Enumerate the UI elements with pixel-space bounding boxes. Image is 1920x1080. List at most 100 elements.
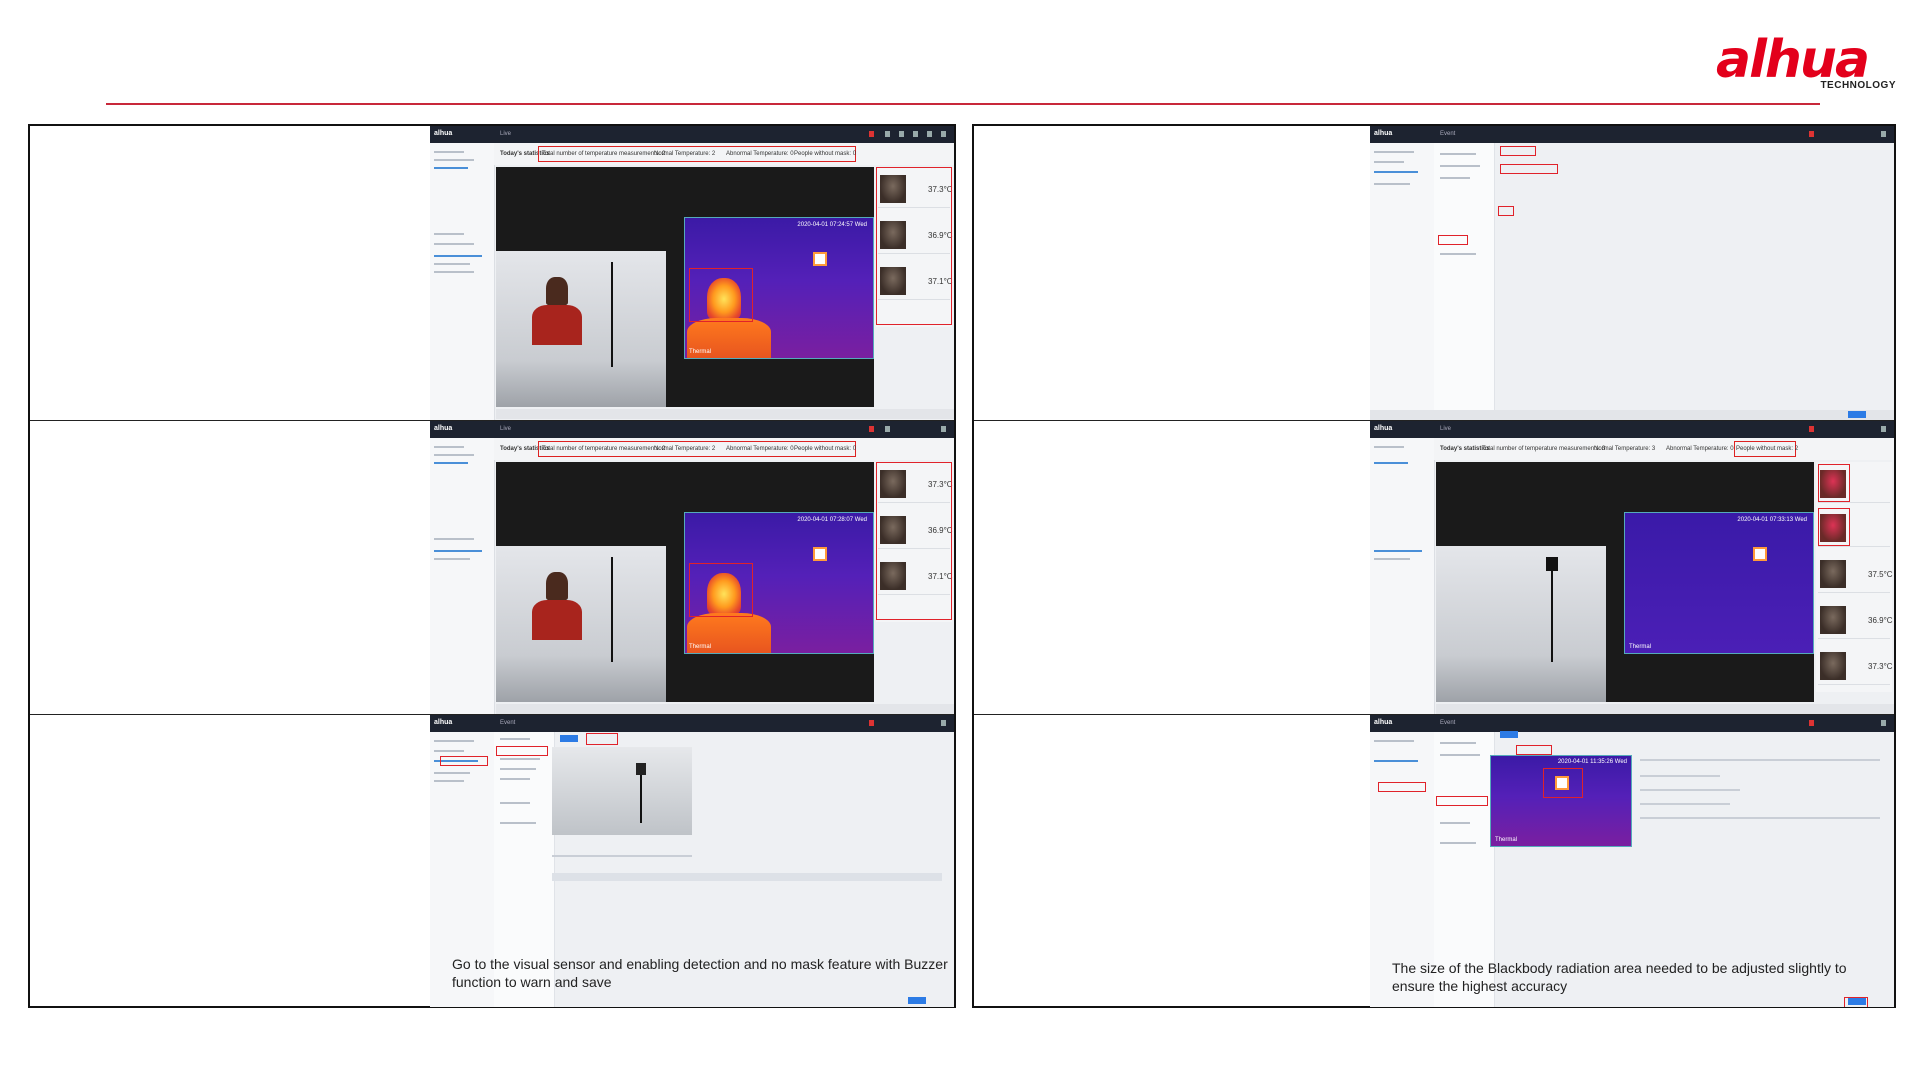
statistics-bar: Today's statistics Total number of tempe… <box>494 438 954 460</box>
settings-row[interactable] <box>1640 759 1880 761</box>
statistics-bar: Today's statistics Total number of tempe… <box>494 143 954 165</box>
minimize-icon[interactable] <box>913 131 918 137</box>
settings-row[interactable] <box>1640 775 1720 777</box>
alarm-icon[interactable] <box>1809 426 1814 432</box>
enable-toggle-highlight <box>586 733 618 745</box>
stat-normal: Normal Temperature: 2 <box>654 151 716 157</box>
left-row-1: alhua Live Today's statistics Total numb… <box>30 126 954 420</box>
blackbody-marker <box>1753 547 1767 561</box>
left-row-2: alhua Live Today's statistics Total numb… <box>30 420 954 715</box>
close-icon[interactable] <box>941 131 946 137</box>
capture-record[interactable]: 37.5°C <box>1818 554 1893 593</box>
right-row-1-notes <box>974 126 1375 420</box>
no-mask-highlight <box>1818 464 1850 502</box>
capture-record[interactable]: 36.9°C <box>1818 600 1893 639</box>
detection-mode-row[interactable] <box>552 855 692 857</box>
tab-event[interactable]: Event <box>500 720 515 726</box>
capture-list: 37.5°C 36.9°C 37.3°C <box>1816 462 1893 692</box>
close-icon[interactable] <box>1881 131 1886 137</box>
device-tree <box>430 438 495 715</box>
video-pane[interactable]: 2020-04-01 07:24:57 Wed Thermal <box>496 167 874 407</box>
close-icon[interactable] <box>941 426 946 432</box>
blackbody-marker <box>813 252 827 266</box>
thermal-view: 2020-04-01 07:33:13 Wed Thermal <box>1624 512 1814 654</box>
timestamp: 2020-04-01 07:33:13 Wed <box>1737 517 1807 523</box>
app-topbar: alhua Live <box>430 421 954 438</box>
maximize-icon[interactable] <box>927 131 932 137</box>
right-row-3: alhua Event 2020-04-01 11:35:26 Wed Ther… <box>974 714 1894 1007</box>
tab-event[interactable]: Event <box>1440 131 1455 137</box>
dahua-logo: alhua TECHNOLOGY <box>1716 30 1896 91</box>
stat-mask: People without mask: 0 <box>794 446 857 452</box>
capture-highlight <box>876 462 952 620</box>
lock-icon[interactable] <box>899 131 904 137</box>
face-detect-box <box>689 268 753 322</box>
screenshot-blackbody-config: alhua Event 2020-04-01 11:35:26 Wed Ther… <box>1370 715 1894 1007</box>
video-pane[interactable]: 2020-04-01 07:33:13 Wed Thermal <box>1436 462 1814 702</box>
left-row-3-notes <box>30 715 431 1007</box>
app-topbar: alhua Live <box>1370 421 1894 438</box>
app-topbar: alhua Event <box>430 715 954 732</box>
alarm-icon[interactable] <box>1809 131 1814 137</box>
capture-record[interactable]: 37.3°C <box>1818 646 1893 685</box>
stat-total: Total number of temperature measurements… <box>542 151 666 157</box>
thermal-label: Thermal <box>689 349 712 355</box>
alarm-icon[interactable] <box>869 426 874 432</box>
close-icon[interactable] <box>1881 720 1886 726</box>
capture-list: 37.3°C 36.9°C 37.1°C <box>876 167 953 327</box>
thermal-view: 2020-04-01 07:28:07 Wed Thermal <box>684 512 874 654</box>
app-topbar: alhua Event <box>1370 126 1894 143</box>
right-row-3-notes <box>974 715 1375 1007</box>
menu-highlight <box>496 746 548 756</box>
footer-bar <box>1370 410 1894 420</box>
tab-live[interactable]: Live <box>500 131 511 137</box>
menu-highlight <box>1436 796 1488 806</box>
settings-row[interactable] <box>1640 817 1880 819</box>
tab-live[interactable]: Live <box>500 426 511 432</box>
playback-controls[interactable] <box>1436 704 1894 714</box>
thermal-label: Thermal <box>1495 837 1518 843</box>
screenshot-config-visual: alhua Event Go to the visual sensor and … <box>430 715 954 1007</box>
save-button[interactable] <box>1848 998 1866 1005</box>
screenshot-config-settings: alhua Event <box>1370 126 1894 420</box>
tab-event[interactable]: Event <box>1440 720 1455 726</box>
tab-smart[interactable] <box>1500 731 1518 738</box>
logo-subtitle: TECHNOLOGY <box>1820 80 1896 91</box>
video-pane[interactable]: 2020-04-01 07:28:07 Wed Thermal <box>496 462 874 702</box>
event-menu <box>1434 143 1495 420</box>
close-icon[interactable] <box>1881 426 1886 432</box>
alarm-icon[interactable] <box>869 131 874 137</box>
settings-row[interactable] <box>1640 789 1740 791</box>
left-row-1-notes <box>30 126 431 420</box>
left-panel: alhua Live Today's statistics Total numb… <box>28 124 956 1008</box>
blackbody-area-box[interactable] <box>1543 768 1583 798</box>
app-logo: alhua <box>1374 425 1393 432</box>
alarm-config-row[interactable] <box>552 873 942 881</box>
playback-controls[interactable] <box>496 409 954 419</box>
alarm-icon[interactable] <box>1809 720 1814 726</box>
alarm-icon[interactable] <box>869 720 874 726</box>
save-button[interactable] <box>1848 411 1866 418</box>
screenshot-live-view-2: alhua Live Today's statistics Total numb… <box>430 421 954 715</box>
right-row-2: alhua Live Today's statistics Total numb… <box>974 420 1894 715</box>
caption-text: Go to the visual sensor and enabling det… <box>452 956 948 990</box>
tab-smart[interactable] <box>560 735 578 742</box>
save-button[interactable] <box>908 997 926 1004</box>
screenshot-live-view-mask: alhua Live Today's statistics Total numb… <box>1370 421 1894 715</box>
tab-live[interactable]: Live <box>1440 426 1451 432</box>
close-icon[interactable] <box>941 720 946 726</box>
timestamp: 2020-04-01 07:28:07 Wed <box>797 517 867 523</box>
app-logo: alhua <box>1374 130 1393 137</box>
blackbody-thermal-view: 2020-04-01 11:35:26 Wed Thermal <box>1490 755 1632 847</box>
stat-mask: People without mask: 0 <box>794 151 857 157</box>
settings-row[interactable] <box>1640 803 1730 805</box>
header-divider <box>106 103 1820 105</box>
playback-controls[interactable] <box>496 704 954 714</box>
left-row-3: alhua Event Go to the visual sensor and … <box>30 714 954 1007</box>
stat-normal: Normal Temperature: 3 <box>1594 446 1656 452</box>
settings-icon[interactable] <box>885 426 890 432</box>
device-tree <box>1370 143 1435 420</box>
thermal-view: 2020-04-01 07:24:57 Wed Thermal <box>684 217 874 359</box>
right-row-1: alhua Event <box>974 126 1894 420</box>
settings-icon[interactable] <box>885 131 890 137</box>
